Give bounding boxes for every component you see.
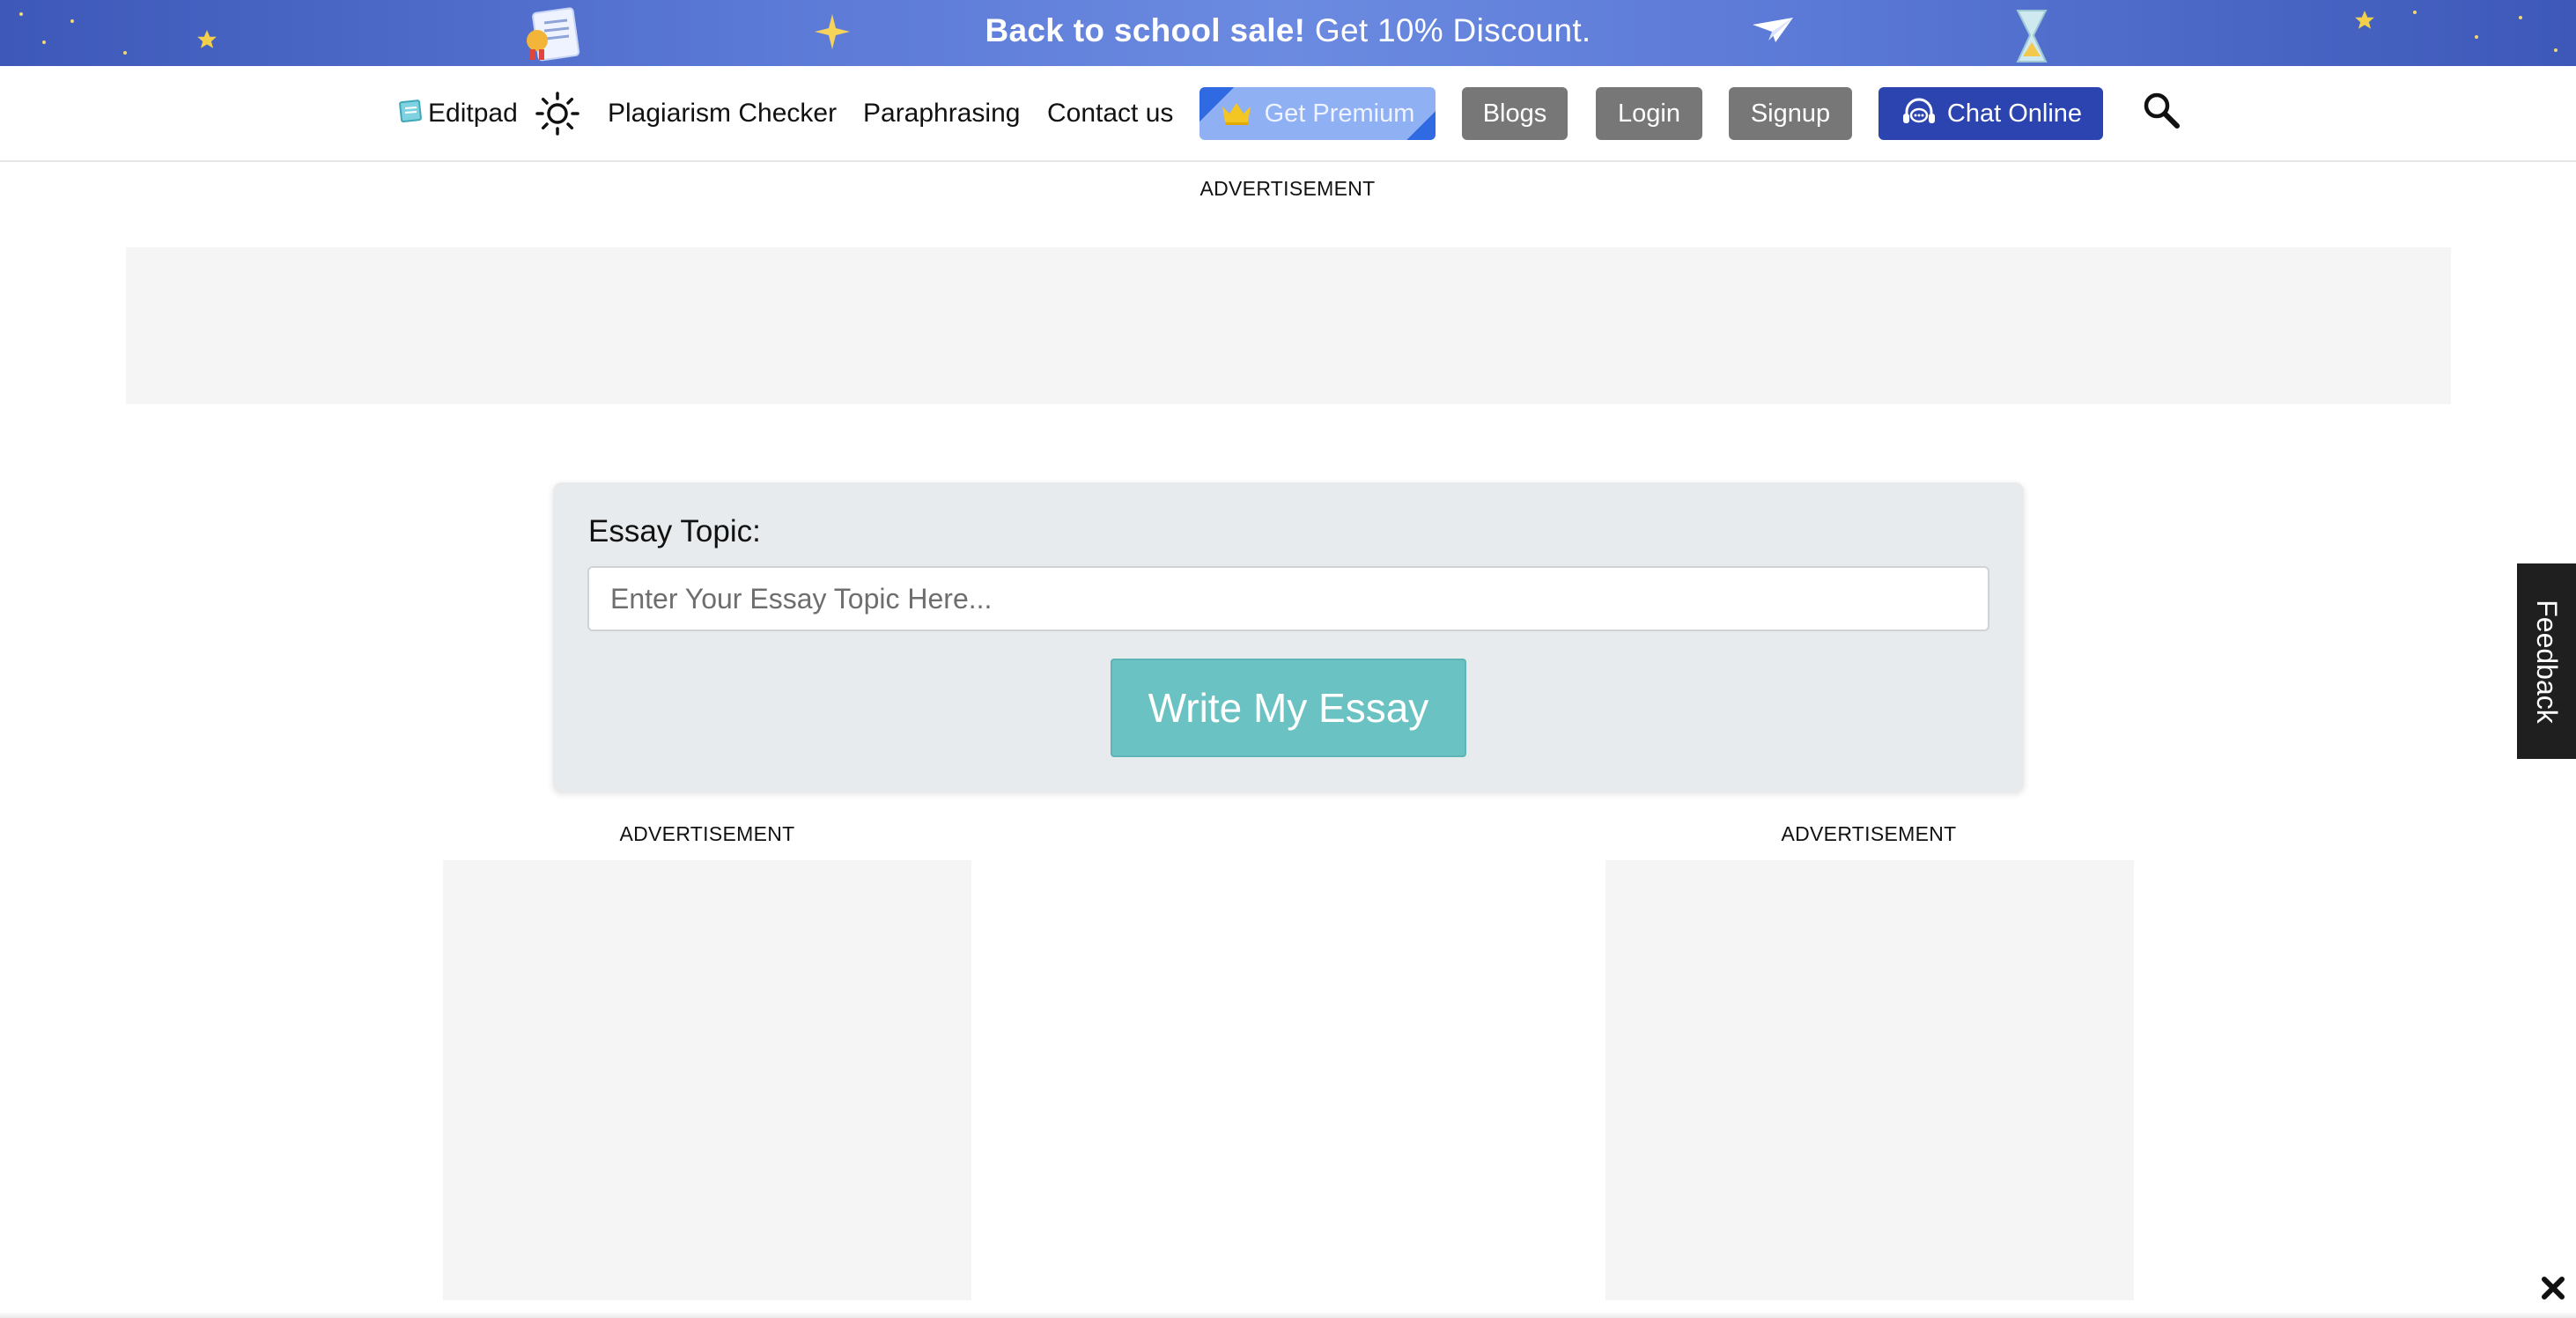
notepad-icon	[399, 99, 422, 122]
promo-strong-text[interactable]: Back to school sale!	[985, 12, 1306, 48]
essay-form-card: Essay Topic: Write My Essay	[553, 482, 2024, 792]
login-button[interactable]: Login	[1596, 87, 1702, 140]
nav-link-plagiarism-checker[interactable]: Plagiarism Checker	[608, 66, 837, 160]
nav-link-paraphrasing[interactable]: Paraphrasing	[863, 66, 1020, 160]
get-premium-button[interactable]: Get Premium	[1199, 87, 1436, 140]
write-my-essay-button[interactable]: Write My Essay	[1111, 659, 1466, 757]
promo-banner[interactable]: Back to school sale! Get 10% Discount.	[0, 0, 2576, 66]
main-navigation: Editpad Plagiarism Checker Paraphrasing …	[0, 66, 2576, 162]
paper-plane-icon	[1753, 18, 1793, 42]
sun-icon[interactable]	[535, 91, 580, 136]
editpad-logo[interactable]: Editpad	[398, 66, 518, 160]
bottom-sticky-bar-edge	[0, 1312, 2576, 1318]
get-premium-label[interactable]: Get Premium	[1265, 99, 1415, 129]
crown-icon	[1222, 103, 1251, 125]
logo-text[interactable]: Editpad	[428, 99, 518, 129]
ad-slot-top[interactable]	[126, 247, 2451, 404]
theme-toggle[interactable]	[535, 66, 580, 160]
promo-rest-text[interactable]: Get 10% Discount.	[1305, 12, 1591, 48]
essay-topic-label: Essay Topic:	[588, 514, 761, 549]
ad-label-right: ADVERTISEMENT	[1781, 822, 1957, 845]
feedback-tab[interactable]: Feedback	[2517, 563, 2576, 759]
chat-online-label[interactable]: Chat Online	[1947, 99, 2082, 129]
ad-slot-left[interactable]	[443, 860, 971, 1300]
signup-button[interactable]: Signup	[1729, 87, 1852, 140]
essay-topic-input[interactable]	[587, 566, 1989, 631]
headset-chat-icon	[1902, 98, 1935, 123]
confetti-dot	[123, 51, 127, 55]
search-icon[interactable]	[2140, 89, 2184, 133]
chat-online-button[interactable]: Chat Online	[1878, 87, 2103, 140]
close-icon[interactable]	[2540, 1275, 2566, 1301]
promo-text[interactable]: Back to school sale! Get 10% Discount.	[0, 12, 2576, 49]
star-icon	[2355, 11, 2374, 29]
ad-slot-right[interactable]	[1605, 860, 2134, 1300]
hourglass-icon	[2016, 10, 2048, 63]
ad-label-top: ADVERTISEMENT	[1199, 177, 1376, 200]
ad-label-left: ADVERTISEMENT	[619, 822, 795, 845]
feedback-label[interactable]: Feedback	[2530, 600, 2563, 724]
blogs-button[interactable]: Blogs	[1462, 87, 1568, 140]
nav-link-contact-us[interactable]: Contact us	[1047, 66, 1173, 160]
